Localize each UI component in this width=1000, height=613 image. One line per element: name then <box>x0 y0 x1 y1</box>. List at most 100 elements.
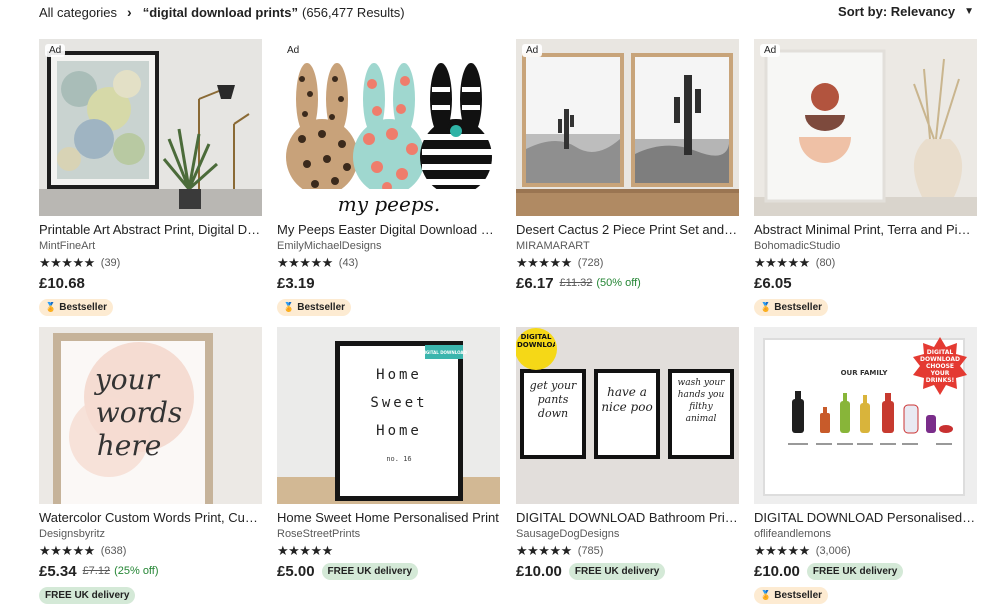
price: £10.68 <box>39 274 85 292</box>
art-tag: DIGITAL DOWNLOAD <box>517 333 555 349</box>
art-text-line-1: your <box>93 363 161 396</box>
results-count: (656,477 Results) <box>302 4 405 20</box>
price: £5.00 <box>277 562 315 580</box>
star-rating: ★★★★★ <box>277 543 333 558</box>
listing-title[interactable]: Watercolor Custom Words Print, Custom Qu… <box>39 509 261 526</box>
listing-title[interactable]: Desert Cactus 2 Piece Print Set and Prin… <box>516 221 738 238</box>
listing-image[interactable]: Ad <box>754 39 977 216</box>
chevron-right-icon: › <box>127 4 132 20</box>
price-row: £6.05 <box>754 273 978 293</box>
abstract-art-room-image <box>39 39 262 216</box>
art-heading: OUR FAMILY <box>841 369 889 377</box>
shop-name: EmilyMichaelDesigns <box>277 240 382 252</box>
ad-label: Ad <box>760 44 781 57</box>
ad-label: Ad <box>283 44 304 57</box>
rating: ★★★★★ (3,006) <box>754 544 978 558</box>
medal-icon: 🏅 <box>760 302 772 312</box>
listing-image[interactable]: my peeps. Ad <box>277 39 500 216</box>
listing-title[interactable]: My Peeps Easter Digital Download PNG <box>277 221 499 238</box>
family-drinks-print-image: OUR FAMILY DIGITAL DOWNLOAD CHOOSE YOUR … <box>754 327 977 504</box>
listing-title[interactable]: DIGITAL DOWNLOAD Personalised Family Pri… <box>754 509 976 526</box>
price-row: £6.17 £11.32 (50% off) <box>516 273 740 293</box>
star-rating: ★★★★★ <box>516 255 572 270</box>
review-count: (3,006) <box>815 545 851 557</box>
caret-down-icon: ▼ <box>964 6 974 17</box>
bestseller-badge: 🏅 Bestseller <box>754 299 829 316</box>
price: £10.00 <box>516 562 562 580</box>
listing-title[interactable]: Printable Art Abstract Print, Digital Do… <box>39 221 261 238</box>
search-query: “digital download prints” <box>142 4 298 20</box>
free-delivery-badge: FREE UK delivery <box>568 562 666 580</box>
bestseller-badge: 🏅 Bestseller <box>277 299 352 316</box>
price: £5.34 <box>39 562 77 580</box>
art-text-line-1: Home <box>376 367 422 383</box>
sort-dropdown[interactable]: Sort by: Relevancy ▼ <box>838 4 974 19</box>
abstract-minimal-print-image <box>754 39 977 216</box>
star-rating: ★★★★★ <box>277 255 333 270</box>
discount-label: (25% off) <box>114 565 159 577</box>
rating: ★★★★★ (638) <box>39 544 263 558</box>
listing-title[interactable]: Abstract Minimal Print, Terra and Pink W… <box>754 221 976 238</box>
free-delivery-badge: FREE UK delivery <box>321 562 419 580</box>
art-text-2: have a nice poo <box>601 385 653 414</box>
listing-image[interactable]: your words here <box>39 327 262 504</box>
medal-icon: 🏅 <box>760 590 772 600</box>
listing-image[interactable]: Ad <box>39 39 262 216</box>
review-count: (39) <box>100 257 121 269</box>
discount-label: (50% off) <box>596 277 641 289</box>
rating: ★★★★★ (728) <box>516 256 740 270</box>
art-text-line-3: here <box>97 429 162 462</box>
review-count: (43) <box>338 257 359 269</box>
free-delivery-badge: FREE UK delivery <box>806 562 904 580</box>
medal-icon: 🏅 <box>283 302 295 312</box>
shop-name: MIRAMARART <box>516 240 590 252</box>
listing-image[interactable]: Ad <box>516 39 739 216</box>
art-text-line-3: Home <box>376 423 422 439</box>
price-row: £10.00 FREE UK delivery <box>516 561 740 581</box>
listing-title[interactable]: DIGITAL DOWNLOAD Bathroom Prints Set <box>516 509 738 526</box>
art-text-line-4: no. 16 <box>386 455 411 463</box>
badge-label: Bestseller <box>774 302 823 313</box>
price: £6.17 <box>516 274 554 292</box>
listing-card[interactable]: Ad Desert Cactus 2 Piece Print Set and P… <box>516 39 740 293</box>
art-text-line-2: words <box>96 396 183 429</box>
listing-image[interactable]: get your pants down have a nice poo wash… <box>516 327 739 504</box>
shop-name: BohomadicStudio <box>754 240 841 252</box>
price-row: £3.19 <box>277 273 501 293</box>
listing-card[interactable]: Home Sweet Home no. 16 DIGITAL DOWNLOAD … <box>277 327 501 581</box>
shop-name: Designsbyritz <box>39 528 106 540</box>
listing-card[interactable]: your words here Watercolor Custom Words … <box>39 327 263 604</box>
badge-label: Bestseller <box>297 302 346 313</box>
art-text-1: get your pants down <box>529 379 577 420</box>
rating: ★★★★★ (785) <box>516 544 740 558</box>
original-price: £7.12 <box>82 565 111 577</box>
bestseller-badge: 🏅 Bestseller <box>754 587 829 604</box>
art-caption: my peeps. <box>338 192 441 216</box>
desert-cactus-prints-image <box>516 39 739 216</box>
art-tag: DIGITAL DOWNLOAD CHOOSE YOUR DRINKS! <box>920 349 960 383</box>
home-sweet-home-print-image: Home Sweet Home no. 16 DIGITAL DOWNLOAD <box>277 327 500 504</box>
star-rating: ★★★★★ <box>754 255 810 270</box>
review-count: (638) <box>100 545 127 557</box>
star-rating: ★★★★★ <box>39 255 95 270</box>
listing-card[interactable]: Ad Abstract Minimal Print, Terra and Pin… <box>754 39 978 316</box>
breadcrumb-all-categories[interactable]: All categories <box>39 5 117 20</box>
shop-name: MintFineArt <box>39 240 96 252</box>
rating: ★★★★★ (39) <box>39 256 263 270</box>
listing-card[interactable]: get your pants down have a nice poo wash… <box>516 327 740 581</box>
rating: ★★★★★ <box>277 544 501 558</box>
listing-image[interactable]: Home Sweet Home no. 16 DIGITAL DOWNLOAD <box>277 327 500 504</box>
shop-name: oflifeandlemons <box>754 528 832 540</box>
listing-image[interactable]: OUR FAMILY DIGITAL DOWNLOAD CHOOSE YOUR … <box>754 327 977 504</box>
price-row: £10.00 FREE UK delivery <box>754 561 978 581</box>
ad-label: Ad <box>45 44 66 57</box>
sort-label: Sort by: Relevancy <box>838 4 956 19</box>
listing-card[interactable]: Ad Printable Art Abstract Print, Digital… <box>39 39 263 316</box>
price-row: £5.00 FREE UK delivery <box>277 561 501 581</box>
listing-card[interactable]: my peeps. Ad My Peeps Easter Digital Dow… <box>277 39 501 316</box>
listing-card[interactable]: OUR FAMILY DIGITAL DOWNLOAD CHOOSE YOUR … <box>754 327 978 604</box>
bathroom-prints-image: get your pants down have a nice poo wash… <box>516 327 739 504</box>
listing-title[interactable]: Home Sweet Home Personalised Print <box>277 509 499 526</box>
badge-label: Bestseller <box>774 590 823 601</box>
watercolor-words-print-image: your words here <box>39 327 262 504</box>
